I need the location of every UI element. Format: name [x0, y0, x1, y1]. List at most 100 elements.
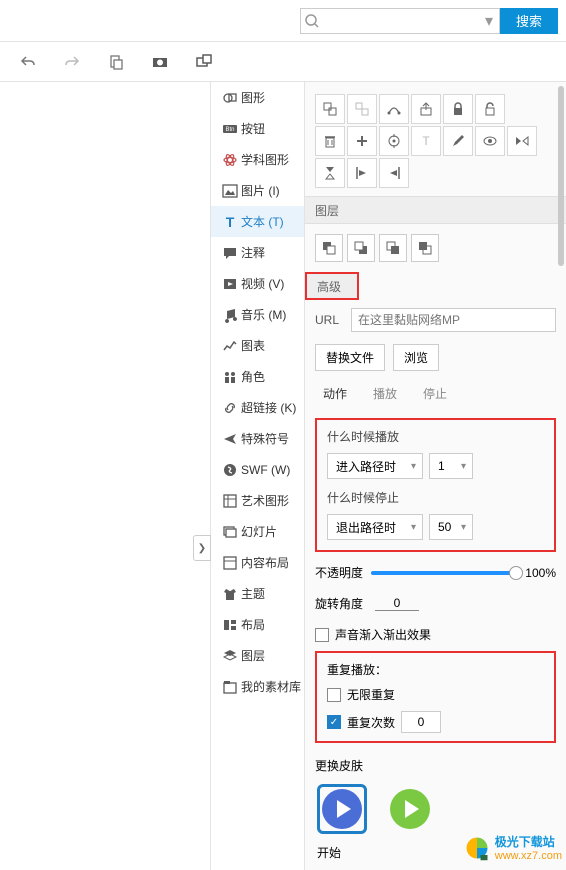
sidebar-item-hyperlink[interactable]: 超链接 (K): [211, 392, 304, 423]
brush-icon[interactable]: [443, 126, 473, 156]
play-value-select[interactable]: 1: [429, 453, 473, 479]
export-icon[interactable]: [411, 94, 441, 124]
sidebar-item-art-shape[interactable]: 艺术图形: [211, 485, 304, 516]
sidebar-item-character[interactable]: 角色: [211, 361, 304, 392]
play-trigger-select[interactable]: 进入路径时: [327, 453, 423, 479]
stop-trigger-select[interactable]: 退出路径时: [327, 514, 423, 540]
redo-icon[interactable]: [58, 48, 86, 76]
video-icon: [219, 276, 241, 292]
group-icon[interactable]: [315, 94, 345, 124]
send-back-icon[interactable]: [411, 234, 439, 262]
infinite-repeat-checkbox[interactable]: [327, 688, 341, 702]
add-icon[interactable]: [347, 126, 377, 156]
sidebar-item-video[interactable]: 视频 (V): [211, 268, 304, 299]
unlock-icon[interactable]: [475, 94, 505, 124]
sidebar-item-text[interactable]: T文本 (T): [211, 206, 304, 237]
lock-icon[interactable]: [443, 94, 473, 124]
repeat-count-input[interactable]: [401, 711, 441, 733]
target-icon[interactable]: [379, 126, 409, 156]
search-input[interactable]: [323, 14, 479, 28]
path-icon[interactable]: [379, 94, 409, 124]
frame-icon[interactable]: [190, 48, 218, 76]
sidebar-item-button[interactable]: Btn按钮: [211, 113, 304, 144]
sidebar: 图形 Btn按钮 学科图形 图片 (I) T文本 (T) 注释 视频 (V) 音…: [210, 82, 305, 870]
sidebar-item-comment[interactable]: 注释: [211, 237, 304, 268]
skin-green-button[interactable]: [385, 784, 435, 834]
tab-action[interactable]: 动作: [315, 381, 355, 406]
sidebar-item-label: 布局: [241, 616, 265, 633]
layer-section-header[interactable]: 图层: [305, 196, 566, 224]
delete-icon[interactable]: [315, 126, 345, 156]
infinite-repeat-label: 无限重复: [347, 686, 395, 703]
browse-button[interactable]: 浏览: [393, 344, 439, 371]
flip-h-icon[interactable]: [507, 126, 537, 156]
sidebar-item-theme[interactable]: 主题: [211, 578, 304, 609]
camera-icon[interactable]: [146, 48, 174, 76]
stop-value-select[interactable]: 50: [429, 514, 473, 540]
sidebar-item-subject-shape[interactable]: 学科图形: [211, 144, 304, 175]
canvas-area[interactable]: ❯: [0, 82, 210, 870]
sidebar-item-layer[interactable]: 图层: [211, 640, 304, 671]
sidebar-item-library[interactable]: 我的素材库: [211, 671, 304, 702]
search-dropdown-icon[interactable]: ▾: [479, 11, 499, 31]
align-right-icon[interactable]: [379, 158, 409, 188]
watermark-url: www.xz7.com: [495, 850, 562, 862]
skin-buttons: [305, 780, 566, 838]
sidebar-item-special-char[interactable]: 特殊符号: [211, 423, 304, 454]
search-input-wrap[interactable]: ▾: [300, 8, 500, 34]
skin-blue-button[interactable]: [317, 784, 367, 834]
replace-file-button[interactable]: 替换文件: [315, 344, 385, 371]
sidebar-item-chart[interactable]: 图表: [211, 330, 304, 361]
search-button[interactable]: 搜索: [500, 8, 558, 34]
sidebar-item-label: 角色: [241, 368, 265, 385]
bring-front-icon[interactable]: [315, 234, 343, 262]
people-icon: [219, 369, 241, 385]
sidebar-item-music[interactable]: 音乐 (M): [211, 299, 304, 330]
plane-icon: [219, 431, 241, 447]
sidebar-item-label: 内容布局: [241, 554, 289, 571]
sidebar-item-label: 注释: [241, 244, 265, 261]
sidebar-item-label: 按钮: [241, 120, 265, 137]
sidebar-item-shape[interactable]: 图形: [211, 82, 304, 113]
expand-sidebar-icon[interactable]: ❯: [193, 535, 211, 561]
text-icon: T: [219, 214, 241, 230]
url-input[interactable]: [351, 308, 556, 332]
url-label: URL: [315, 313, 343, 327]
button-icon: Btn: [219, 121, 241, 137]
eye-icon[interactable]: [475, 126, 505, 156]
skin-label: 更换皮肤: [305, 751, 566, 780]
repeat-count-checkbox[interactable]: ✓: [327, 715, 341, 729]
sidebar-item-label: SWF (W): [241, 463, 290, 477]
paste-icon[interactable]: [102, 48, 130, 76]
opacity-slider[interactable]: [371, 571, 517, 575]
shape-icon: [219, 90, 241, 106]
opacity-label: 不透明度: [315, 564, 363, 581]
sidebar-item-slideshow[interactable]: 幻灯片: [211, 516, 304, 547]
scrollbar[interactable]: [558, 82, 564, 870]
slideshow-icon: [219, 524, 241, 540]
sidebar-item-content-layout[interactable]: 内容布局: [211, 547, 304, 578]
advanced-section-header[interactable]: 高级: [305, 272, 359, 300]
sidebar-item-label: 特殊符号: [241, 430, 289, 447]
flip-v-icon[interactable]: [315, 158, 345, 188]
sidebar-item-swf[interactable]: SWF (W): [211, 454, 304, 485]
tab-stop[interactable]: 停止: [415, 381, 455, 406]
search-icon: [301, 13, 323, 29]
fade-checkbox[interactable]: [315, 628, 329, 642]
tab-play[interactable]: 播放: [365, 381, 405, 406]
scroll-thumb[interactable]: [558, 86, 564, 266]
sidebar-item-image[interactable]: 图片 (I): [211, 175, 304, 206]
rotation-input[interactable]: [375, 596, 419, 611]
text-tool-icon[interactable]: T: [411, 126, 441, 156]
fade-row: 声音渐入渐出效果: [305, 620, 566, 649]
align-left-icon[interactable]: [347, 158, 377, 188]
sidebar-item-layout[interactable]: 布局: [211, 609, 304, 640]
slider-thumb[interactable]: [509, 566, 523, 580]
svg-text:T: T: [422, 134, 430, 148]
send-backward-icon[interactable]: [379, 234, 407, 262]
watermark-brand: 极光下载站: [495, 833, 562, 850]
ungroup-icon[interactable]: [347, 94, 377, 124]
sidebar-item-label: 图层: [241, 647, 265, 664]
undo-icon[interactable]: [14, 48, 42, 76]
bring-forward-icon[interactable]: [347, 234, 375, 262]
